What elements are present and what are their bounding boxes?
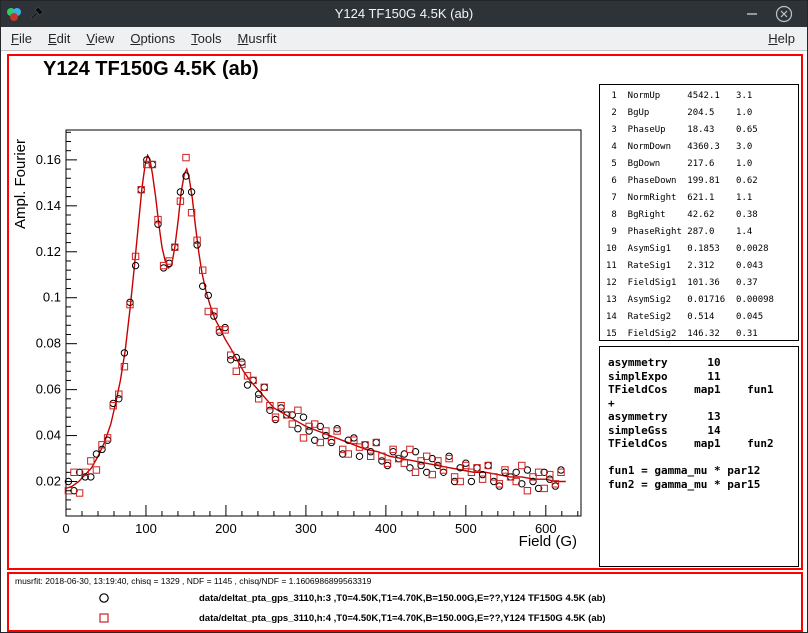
main-plot-pad[interactable]: Y124 TF150G 4.5K (ab) 010020030040050060… <box>7 54 803 570</box>
x-tick-label: 200 <box>215 521 237 536</box>
theory-line: fun2 = gamma_mu * par15 <box>608 478 798 492</box>
window-title: Y124 TF150G 4.5K (ab) <box>1 1 807 27</box>
y-axis-title: Ampl. Fourier <box>12 139 29 229</box>
theory-line: simplExpo 11 <box>608 370 798 384</box>
legend-entry-1: data/deltat_pta_gps_3110,h:3 ,T0=4.50K,T… <box>9 590 801 608</box>
close-icon <box>775 5 793 23</box>
theory-box: asymmetry 10simplExpo 11TFieldCos map1 f… <box>599 346 799 567</box>
x-tick-label: 300 <box>295 521 317 536</box>
parameter-row: 6 PhaseDown 199.81 0.62 <box>606 173 798 190</box>
parameter-row: 14 RateSig2 0.514 0.045 <box>606 309 798 326</box>
menu-item-musrfit[interactable]: Musrfit <box>230 27 285 50</box>
menu-item-edit[interactable]: Edit <box>40 27 78 50</box>
y-tick-label: 0.16 <box>36 152 61 167</box>
circle-marker-icon <box>97 591 111 605</box>
parameter-row: 2 BgUp 204.5 1.0 <box>606 105 798 122</box>
y-tick-label: 0.04 <box>36 428 61 443</box>
y-tick-label: 0.08 <box>36 336 61 351</box>
theory-line: fun1 = gamma_mu * par12 <box>608 464 798 478</box>
parameter-row: 10 AsymSig1 0.1853 0.0028 <box>606 241 798 258</box>
parameter-row: 4 NormDown 4360.3 3.0 <box>606 139 798 156</box>
parameter-row: 13 AsymSig2 0.01716 0.00098 <box>606 292 798 309</box>
menubar-right: Help <box>760 27 803 50</box>
menu-item-tools[interactable]: Tools <box>183 27 229 50</box>
parameter-row: 11 RateSig1 2.312 0.043 <box>606 258 798 275</box>
titlebar[interactable]: Y124 TF150G 4.5K (ab) <box>1 1 807 27</box>
legend-entry-2: data/deltat_pta_gps_3110,h:4 ,T0=4.50K,T… <box>9 610 801 628</box>
y-tick-label: 0.12 <box>36 244 61 259</box>
x-axis-title: Field (G) <box>519 533 577 550</box>
x-tick-label: 500 <box>455 521 477 536</box>
theory-line: simpleGss 14 <box>608 424 798 438</box>
y-tick-label: 0.1 <box>43 290 61 305</box>
theory-line: TFieldCos map1 fun1 <box>608 383 798 397</box>
fourier-plot[interactable]: 01002003004005006000.020.040.060.080.10.… <box>9 56 603 568</box>
menu-item-options[interactable]: Options <box>122 27 183 50</box>
parameter-row: 12 FieldSig1 101.36 0.37 <box>606 275 798 292</box>
legend-label: data/deltat_pta_gps_3110,h:3 ,T0=4.50K,T… <box>199 593 606 604</box>
menubar-left: FileEditViewOptionsToolsMusrfit <box>3 27 285 50</box>
close-button[interactable] <box>775 5 793 23</box>
y-tick-label: 0.02 <box>36 474 61 489</box>
menu-item-view[interactable]: View <box>78 27 122 50</box>
theory-line: TFieldCos map1 fun2 <box>608 437 798 451</box>
x-tick-label: 100 <box>135 521 157 536</box>
minimize-button[interactable] <box>743 5 761 23</box>
parameter-row: 8 BgRight 42.62 0.38 <box>606 207 798 224</box>
legend-area: data/deltat_pta_gps_3110,h:3 ,T0=4.50K,T… <box>9 574 801 630</box>
app-window: Y124 TF150G 4.5K (ab) FileEditViewOption… <box>0 0 808 633</box>
y-tick-label: 0.06 <box>36 382 61 397</box>
theory-line: + <box>608 397 798 411</box>
parameter-row: 1 NormUp 4542.1 3.1 <box>606 88 798 105</box>
x-tick-label: 400 <box>375 521 397 536</box>
fit-line <box>66 155 566 488</box>
menu-item-file[interactable]: File <box>3 27 40 50</box>
minimize-icon <box>743 5 761 23</box>
y-tick-label: 0.14 <box>36 198 61 213</box>
theory-line <box>608 451 798 465</box>
x-axis <box>66 505 578 516</box>
parameter-row: 3 PhaseUp 18.43 0.65 <box>606 122 798 139</box>
menubar: FileEditViewOptionsToolsMusrfit Help <box>1 27 807 51</box>
x-tick-label: 0 <box>62 521 69 536</box>
parameter-row: 15 FieldSig2 146.32 0.31 <box>606 326 798 341</box>
root-canvas[interactable]: Y124 TF150G 4.5K (ab) 010020030040050060… <box>1 51 807 633</box>
parameter-row: 9 PhaseRight 287.0 1.4 <box>606 224 798 241</box>
menu-item-help[interactable]: Help <box>760 27 803 50</box>
parameter-row: 7 NormRight 621.1 1.1 <box>606 190 798 207</box>
square-marker-icon <box>97 611 111 625</box>
legend-label: data/deltat_pta_gps_3110,h:4 ,T0=4.50K,T… <box>199 613 606 624</box>
y-axis <box>66 132 77 509</box>
theory-line: asymmetry 13 <box>608 410 798 424</box>
parameter-box: 1 NormUp 4542.1 3.1 2 BgUp 204.5 1.0 3 P… <box>599 84 799 341</box>
info-pad: musrfit: 2018-06-30, 13:19:40, chisq = 1… <box>7 572 803 632</box>
theory-line: asymmetry 10 <box>608 356 798 370</box>
parameter-row: 5 BgDown 217.6 1.0 <box>606 156 798 173</box>
